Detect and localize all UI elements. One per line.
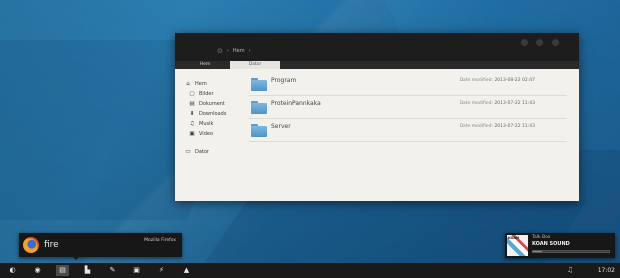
notification-title: fire [44, 240, 59, 250]
sidebar-item-label: Bilder [199, 91, 214, 97]
list-item[interactable]: Program Date modified: 2013-08-22 02:47 [249, 73, 567, 96]
plugin-icon[interactable]: ⚡ [157, 266, 166, 275]
modified-date: 2013-07-22 11:43 [494, 124, 535, 129]
list-item[interactable]: ProteinPannkaka Date modified: 2013-07-2… [249, 96, 567, 119]
places-sidebar: ⌂ Hem ▢ Bilder ▤ Dokument ⬇ Downloads ♫ … [185, 79, 249, 157]
video-icon: ▣ [189, 131, 195, 137]
sidebar-item-label: Video [199, 131, 214, 137]
music-note-icon[interactable]: ♫ [567, 266, 573, 274]
notification-app-name: Mozilla Firefox [144, 238, 176, 243]
list-item[interactable]: Server Date modified: 2013-07-22 11:43 [249, 119, 567, 142]
tab-bar: Hem Dator [175, 61, 579, 69]
folder-icon [251, 78, 267, 91]
tab-hem[interactable]: Hem [181, 61, 229, 69]
file-modified: Date modified: 2013-08-22 02:47 [460, 78, 535, 83]
sidebar-item-musik[interactable]: ♫ Musik [185, 119, 249, 129]
firefox-notification[interactable]: fire Mozilla Firefox [19, 233, 182, 257]
track-progress-fill [533, 251, 543, 252]
sidebar-item-dator[interactable]: ▭ Dator [185, 147, 249, 157]
firefox-icon [23, 237, 39, 253]
track-title: Talk Box [532, 235, 551, 240]
terminal-icon[interactable]: ▲ [182, 266, 191, 275]
modified-label: Date modified: [459, 78, 493, 83]
sidebar-item-dokument[interactable]: ▤ Dokument [185, 99, 249, 109]
album-cover: KOAN [507, 235, 528, 256]
breadcrumb-separator: › [226, 48, 229, 54]
downloads-icon: ⬇ [189, 111, 195, 117]
sidebar-item-label: Hem [195, 81, 207, 87]
music-notification[interactable]: KOAN Talk Box KOAN SOUND [505, 233, 615, 258]
computer-icon: ▭ [185, 149, 191, 155]
sidebar-item-video[interactable]: ▣ Video [185, 129, 249, 139]
file-name: Program [271, 77, 297, 84]
modified-date: 2013-08-22 02:47 [494, 78, 535, 83]
breadcrumb: ⊙ › Hem › [217, 46, 251, 56]
sidebar-item-label: Downloads [199, 111, 227, 117]
files-icon[interactable]: ▤ [56, 265, 69, 276]
documents-icon: ▤ [189, 101, 195, 107]
file-list: Program Date modified: 2013-08-22 02:47 … [249, 73, 567, 142]
breadcrumb-separator: › [248, 48, 251, 54]
breadcrumb-home[interactable]: Hem [233, 48, 245, 54]
file-name: Server [271, 123, 291, 130]
file-modified: Date modified: 2013-07-22 11:43 [460, 101, 535, 106]
file-name: ProteinPannkaka [271, 100, 321, 107]
pictures-icon: ▢ [189, 91, 195, 97]
notification-pointer [73, 257, 79, 260]
image-viewer-icon[interactable]: ▣ [132, 266, 141, 275]
window-titlebar[interactable]: ⊙ › Hem › [175, 33, 579, 61]
folder-icon [251, 124, 267, 137]
sidebar-item-label: Musik [199, 121, 214, 127]
minimize-button[interactable] [521, 39, 528, 46]
file-modified: Date modified: 2013-07-22 11:43 [460, 124, 535, 129]
music-icon: ♫ [189, 121, 195, 127]
close-button[interactable] [552, 39, 559, 46]
modified-label: Date modified: [459, 101, 493, 106]
sidebar-item-label: Dokument [199, 101, 225, 107]
modified-date: 2013-07-22 11:43 [494, 101, 535, 106]
taskbar: ◐ ◉ ▤ ▙ ✎ ▣ ⚡ ▲ ♫ 17:02 [0, 263, 620, 278]
maximize-button[interactable] [536, 39, 543, 46]
track-progress-bar[interactable] [532, 250, 610, 253]
bookmarks-icon[interactable]: ▙ [83, 266, 92, 275]
home-icon: ⌂ [186, 81, 190, 87]
sidebar-item-label: Dator [195, 149, 209, 155]
track-artist: KOAN SOUND [532, 241, 570, 247]
sidebar-item-bilder[interactable]: ▢ Bilder [185, 89, 249, 99]
editor-icon[interactable]: ✎ [108, 266, 117, 275]
folder-icon [251, 101, 267, 114]
clock[interactable]: 17:02 [598, 267, 615, 274]
tab-dator[interactable]: Dator [230, 61, 280, 69]
sidebar-item-hem[interactable]: ⌂ Hem [185, 79, 249, 89]
location-icon[interactable]: ⊙ [217, 47, 223, 55]
chat-icon[interactable]: ◉ [33, 266, 42, 275]
sidebar-item-downloads[interactable]: ⬇ Downloads [185, 109, 249, 119]
file-manager-window: ⊙ › Hem › Hem Dator ⌂ Hem ▢ Bilder ▤ Dok… [175, 33, 579, 201]
modified-label: Date modified: [459, 124, 493, 129]
album-cover-text: KOAN [508, 236, 520, 240]
launcher-icon[interactable]: ◐ [8, 266, 17, 275]
